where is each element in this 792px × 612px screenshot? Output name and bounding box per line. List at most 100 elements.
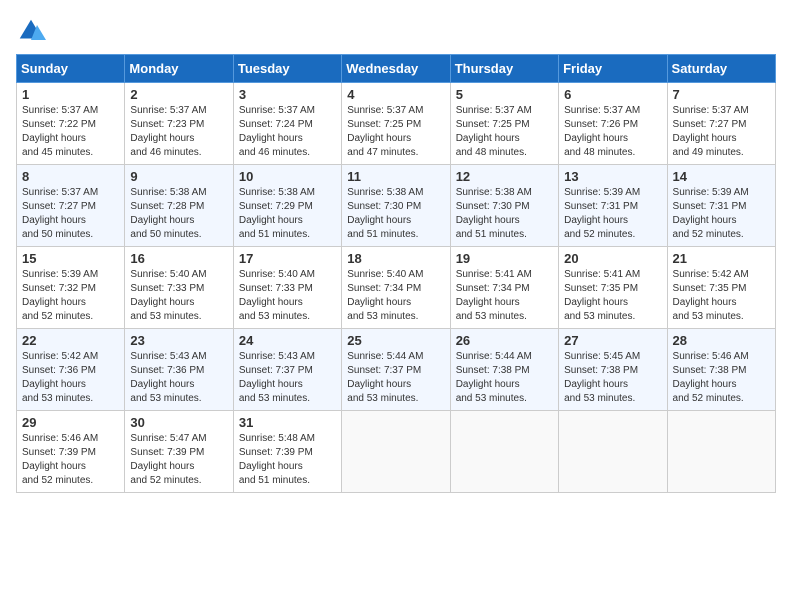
calendar-week-3: 15 Sunrise: 5:39 AM Sunset: 7:32 PM Dayl…	[17, 247, 776, 329]
calendar-cell: 25 Sunrise: 5:44 AM Sunset: 7:37 PM Dayl…	[342, 329, 450, 411]
day-number: 21	[673, 251, 770, 266]
day-info: Sunrise: 5:40 AM Sunset: 7:34 PM Dayligh…	[347, 268, 444, 324]
day-number: 6	[564, 87, 661, 102]
column-header-wednesday: Wednesday	[342, 55, 450, 83]
day-info: Sunrise: 5:48 AM Sunset: 7:39 PM Dayligh…	[239, 432, 336, 488]
calendar-cell: 7 Sunrise: 5:37 AM Sunset: 7:27 PM Dayli…	[667, 83, 775, 165]
day-info: Sunrise: 5:45 AM Sunset: 7:38 PM Dayligh…	[564, 350, 661, 406]
day-info: Sunrise: 5:39 AM Sunset: 7:31 PM Dayligh…	[564, 186, 661, 242]
day-info: Sunrise: 5:40 AM Sunset: 7:33 PM Dayligh…	[239, 268, 336, 324]
day-number: 16	[130, 251, 227, 266]
column-header-sunday: Sunday	[17, 55, 125, 83]
calendar-cell: 12 Sunrise: 5:38 AM Sunset: 7:30 PM Dayl…	[450, 165, 558, 247]
day-number: 17	[239, 251, 336, 266]
day-info: Sunrise: 5:46 AM Sunset: 7:39 PM Dayligh…	[22, 432, 119, 488]
calendar-cell: 18 Sunrise: 5:40 AM Sunset: 7:34 PM Dayl…	[342, 247, 450, 329]
calendar-cell: 27 Sunrise: 5:45 AM Sunset: 7:38 PM Dayl…	[559, 329, 667, 411]
day-number: 10	[239, 169, 336, 184]
logo-icon	[16, 16, 46, 46]
day-info: Sunrise: 5:37 AM Sunset: 7:27 PM Dayligh…	[673, 104, 770, 160]
column-header-thursday: Thursday	[450, 55, 558, 83]
day-info: Sunrise: 5:43 AM Sunset: 7:36 PM Dayligh…	[130, 350, 227, 406]
day-info: Sunrise: 5:41 AM Sunset: 7:35 PM Dayligh…	[564, 268, 661, 324]
calendar-cell: 21 Sunrise: 5:42 AM Sunset: 7:35 PM Dayl…	[667, 247, 775, 329]
calendar-week-5: 29 Sunrise: 5:46 AM Sunset: 7:39 PM Dayl…	[17, 411, 776, 493]
column-header-tuesday: Tuesday	[233, 55, 341, 83]
day-info: Sunrise: 5:39 AM Sunset: 7:31 PM Dayligh…	[673, 186, 770, 242]
column-header-saturday: Saturday	[667, 55, 775, 83]
calendar-cell: 13 Sunrise: 5:39 AM Sunset: 7:31 PM Dayl…	[559, 165, 667, 247]
day-info: Sunrise: 5:37 AM Sunset: 7:27 PM Dayligh…	[22, 186, 119, 242]
day-info: Sunrise: 5:38 AM Sunset: 7:30 PM Dayligh…	[347, 186, 444, 242]
day-number: 5	[456, 87, 553, 102]
calendar-cell	[559, 411, 667, 493]
calendar-cell: 10 Sunrise: 5:38 AM Sunset: 7:29 PM Dayl…	[233, 165, 341, 247]
calendar-cell	[450, 411, 558, 493]
day-info: Sunrise: 5:38 AM Sunset: 7:28 PM Dayligh…	[130, 186, 227, 242]
calendar-week-2: 8 Sunrise: 5:37 AM Sunset: 7:27 PM Dayli…	[17, 165, 776, 247]
day-number: 25	[347, 333, 444, 348]
calendar-table: SundayMondayTuesdayWednesdayThursdayFrid…	[16, 54, 776, 493]
day-info: Sunrise: 5:37 AM Sunset: 7:25 PM Dayligh…	[456, 104, 553, 160]
page-header	[16, 16, 776, 46]
day-info: Sunrise: 5:43 AM Sunset: 7:37 PM Dayligh…	[239, 350, 336, 406]
day-number: 14	[673, 169, 770, 184]
calendar-cell: 5 Sunrise: 5:37 AM Sunset: 7:25 PM Dayli…	[450, 83, 558, 165]
day-number: 2	[130, 87, 227, 102]
calendar-cell: 3 Sunrise: 5:37 AM Sunset: 7:24 PM Dayli…	[233, 83, 341, 165]
day-number: 23	[130, 333, 227, 348]
calendar-cell: 29 Sunrise: 5:46 AM Sunset: 7:39 PM Dayl…	[17, 411, 125, 493]
calendar-cell: 22 Sunrise: 5:42 AM Sunset: 7:36 PM Dayl…	[17, 329, 125, 411]
calendar-cell: 30 Sunrise: 5:47 AM Sunset: 7:39 PM Dayl…	[125, 411, 233, 493]
column-header-monday: Monday	[125, 55, 233, 83]
day-number: 7	[673, 87, 770, 102]
day-number: 19	[456, 251, 553, 266]
day-info: Sunrise: 5:38 AM Sunset: 7:29 PM Dayligh…	[239, 186, 336, 242]
day-number: 15	[22, 251, 119, 266]
day-number: 12	[456, 169, 553, 184]
calendar-cell: 2 Sunrise: 5:37 AM Sunset: 7:23 PM Dayli…	[125, 83, 233, 165]
day-number: 8	[22, 169, 119, 184]
day-number: 30	[130, 415, 227, 430]
day-info: Sunrise: 5:38 AM Sunset: 7:30 PM Dayligh…	[456, 186, 553, 242]
calendar-week-4: 22 Sunrise: 5:42 AM Sunset: 7:36 PM Dayl…	[17, 329, 776, 411]
calendar-cell: 23 Sunrise: 5:43 AM Sunset: 7:36 PM Dayl…	[125, 329, 233, 411]
day-info: Sunrise: 5:39 AM Sunset: 7:32 PM Dayligh…	[22, 268, 119, 324]
calendar-cell: 16 Sunrise: 5:40 AM Sunset: 7:33 PM Dayl…	[125, 247, 233, 329]
day-info: Sunrise: 5:47 AM Sunset: 7:39 PM Dayligh…	[130, 432, 227, 488]
day-number: 9	[130, 169, 227, 184]
calendar-cell: 26 Sunrise: 5:44 AM Sunset: 7:38 PM Dayl…	[450, 329, 558, 411]
day-number: 18	[347, 251, 444, 266]
logo	[16, 16, 50, 46]
day-info: Sunrise: 5:42 AM Sunset: 7:36 PM Dayligh…	[22, 350, 119, 406]
calendar-cell: 8 Sunrise: 5:37 AM Sunset: 7:27 PM Dayli…	[17, 165, 125, 247]
day-number: 3	[239, 87, 336, 102]
day-number: 22	[22, 333, 119, 348]
day-info: Sunrise: 5:44 AM Sunset: 7:37 PM Dayligh…	[347, 350, 444, 406]
calendar-cell: 14 Sunrise: 5:39 AM Sunset: 7:31 PM Dayl…	[667, 165, 775, 247]
calendar-cell: 9 Sunrise: 5:38 AM Sunset: 7:28 PM Dayli…	[125, 165, 233, 247]
calendar-cell: 1 Sunrise: 5:37 AM Sunset: 7:22 PM Dayli…	[17, 83, 125, 165]
day-number: 29	[22, 415, 119, 430]
day-info: Sunrise: 5:37 AM Sunset: 7:25 PM Dayligh…	[347, 104, 444, 160]
calendar-cell: 31 Sunrise: 5:48 AM Sunset: 7:39 PM Dayl…	[233, 411, 341, 493]
day-number: 4	[347, 87, 444, 102]
calendar-cell: 4 Sunrise: 5:37 AM Sunset: 7:25 PM Dayli…	[342, 83, 450, 165]
calendar-cell	[667, 411, 775, 493]
calendar-cell: 20 Sunrise: 5:41 AM Sunset: 7:35 PM Dayl…	[559, 247, 667, 329]
calendar-cell: 11 Sunrise: 5:38 AM Sunset: 7:30 PM Dayl…	[342, 165, 450, 247]
day-info: Sunrise: 5:42 AM Sunset: 7:35 PM Dayligh…	[673, 268, 770, 324]
day-number: 31	[239, 415, 336, 430]
day-number: 27	[564, 333, 661, 348]
day-number: 26	[456, 333, 553, 348]
day-number: 24	[239, 333, 336, 348]
day-info: Sunrise: 5:37 AM Sunset: 7:22 PM Dayligh…	[22, 104, 119, 160]
day-number: 1	[22, 87, 119, 102]
day-info: Sunrise: 5:46 AM Sunset: 7:38 PM Dayligh…	[673, 350, 770, 406]
calendar-week-1: 1 Sunrise: 5:37 AM Sunset: 7:22 PM Dayli…	[17, 83, 776, 165]
day-info: Sunrise: 5:41 AM Sunset: 7:34 PM Dayligh…	[456, 268, 553, 324]
calendar-cell: 19 Sunrise: 5:41 AM Sunset: 7:34 PM Dayl…	[450, 247, 558, 329]
day-number: 11	[347, 169, 444, 184]
day-number: 28	[673, 333, 770, 348]
calendar-cell: 28 Sunrise: 5:46 AM Sunset: 7:38 PM Dayl…	[667, 329, 775, 411]
